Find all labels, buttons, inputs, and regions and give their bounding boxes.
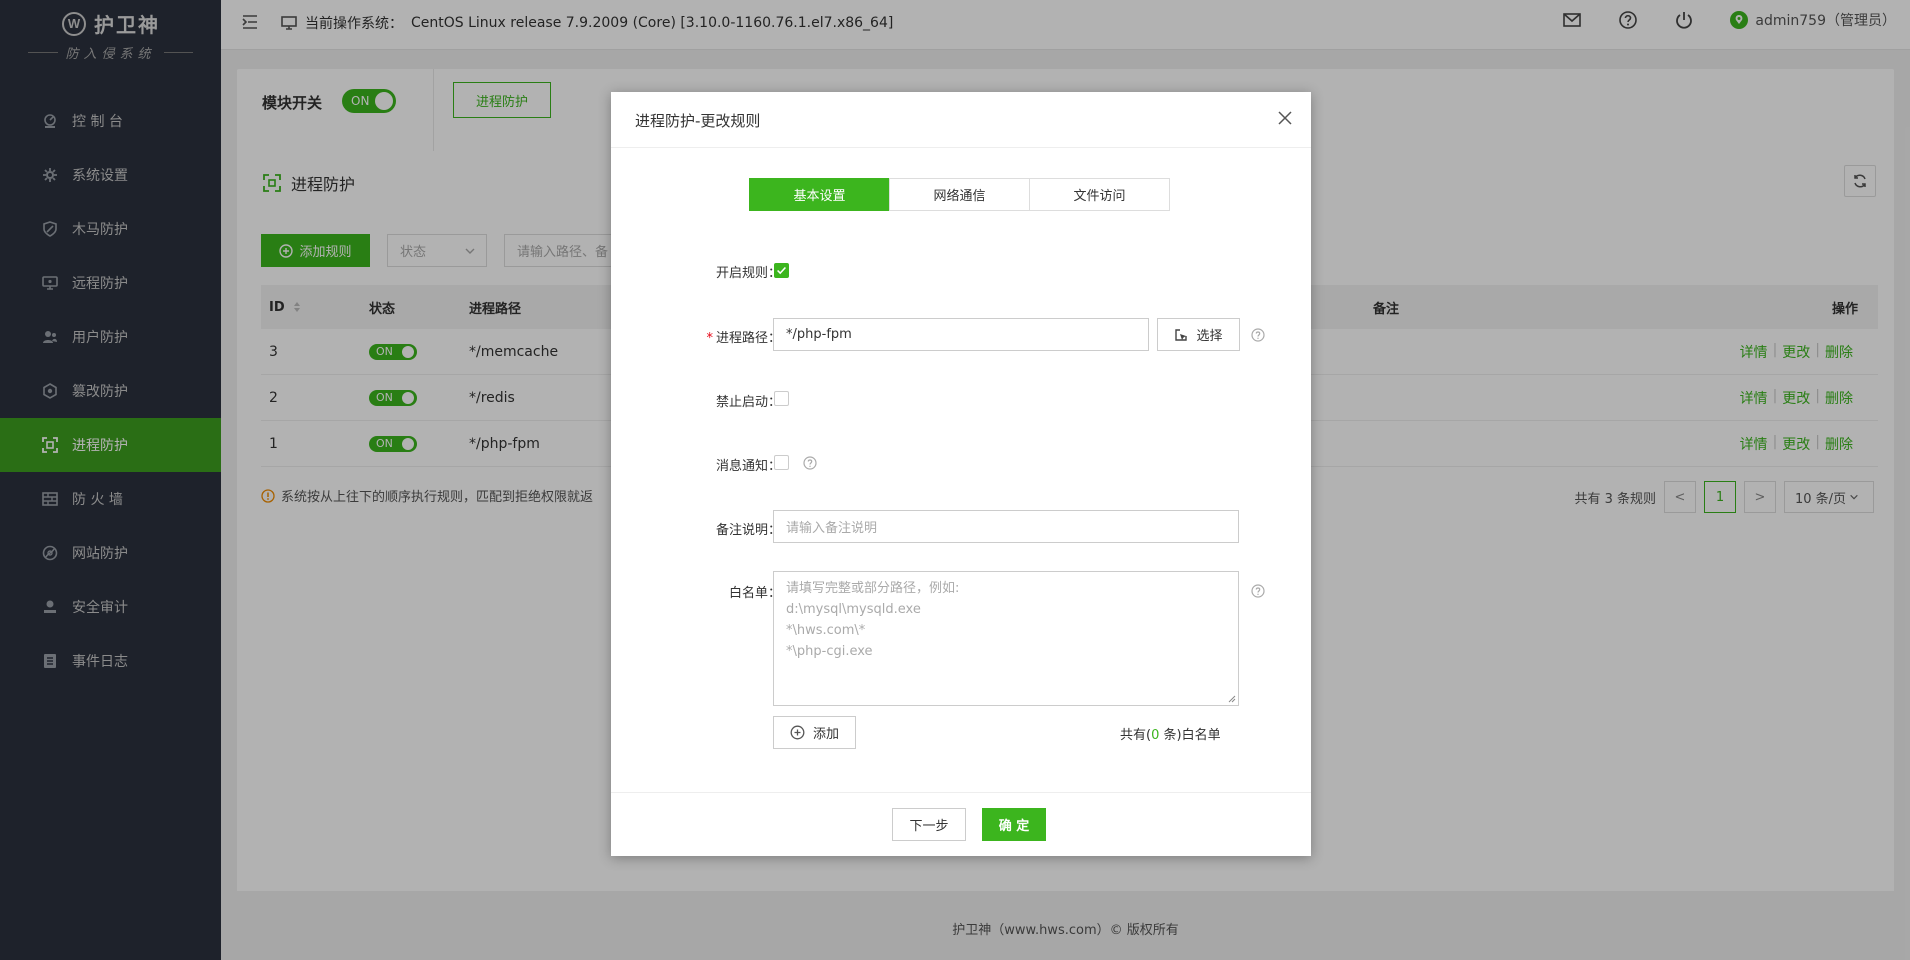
check-icon [777,266,786,275]
help-icon[interactable] [803,456,817,470]
process-path-input[interactable]: */php-fpm [773,318,1149,351]
notify-checkbox[interactable] [774,455,789,470]
remark-input[interactable]: 请输入备注说明 [773,510,1239,543]
forbid-start-label: 禁止启动： [715,395,781,410]
whitelist-textarea[interactable]: 请填写完整或部分路径，例如: d:\mysql\mysqld.exe *\hws… [773,571,1239,706]
close-icon[interactable] [1277,110,1293,126]
select-path-button[interactable]: 选择 [1157,318,1240,351]
select-cursor-icon [1174,328,1188,342]
dialog-title: 进程防护-更改规则 [635,112,761,130]
process-path-label: 进程路径： [715,331,781,346]
plus-circle-icon [790,725,805,740]
help-icon[interactable] [1251,328,1265,342]
enable-rule-checkbox[interactable] [774,263,789,278]
remark-label: 备注说明： [715,523,781,538]
notify-label: 消息通知： [715,459,781,474]
tab-basic-settings[interactable]: 基本设置 [749,178,890,211]
add-whitelist-button[interactable]: 添加 [773,716,856,749]
next-step-button[interactable]: 下一步 [892,808,966,841]
whitelist-count: 共有(0 条)白名单 [1120,728,1221,743]
dialog-tabs: 基本设置 网络通信 文件访问 [749,178,1170,211]
resize-handle-icon[interactable] [1228,695,1236,703]
confirm-button[interactable]: 确 定 [982,808,1046,841]
tab-file-access[interactable]: 文件访问 [1029,178,1170,211]
forbid-start-checkbox[interactable] [774,391,789,406]
edit-rule-dialog: 进程防护-更改规则 基本设置 网络通信 文件访问 开启规则： * 进程路径： */… [611,92,1311,856]
tab-network[interactable]: 网络通信 [889,178,1030,211]
help-icon[interactable] [1251,584,1265,598]
enable-rule-label: 开启规则： [715,266,781,281]
